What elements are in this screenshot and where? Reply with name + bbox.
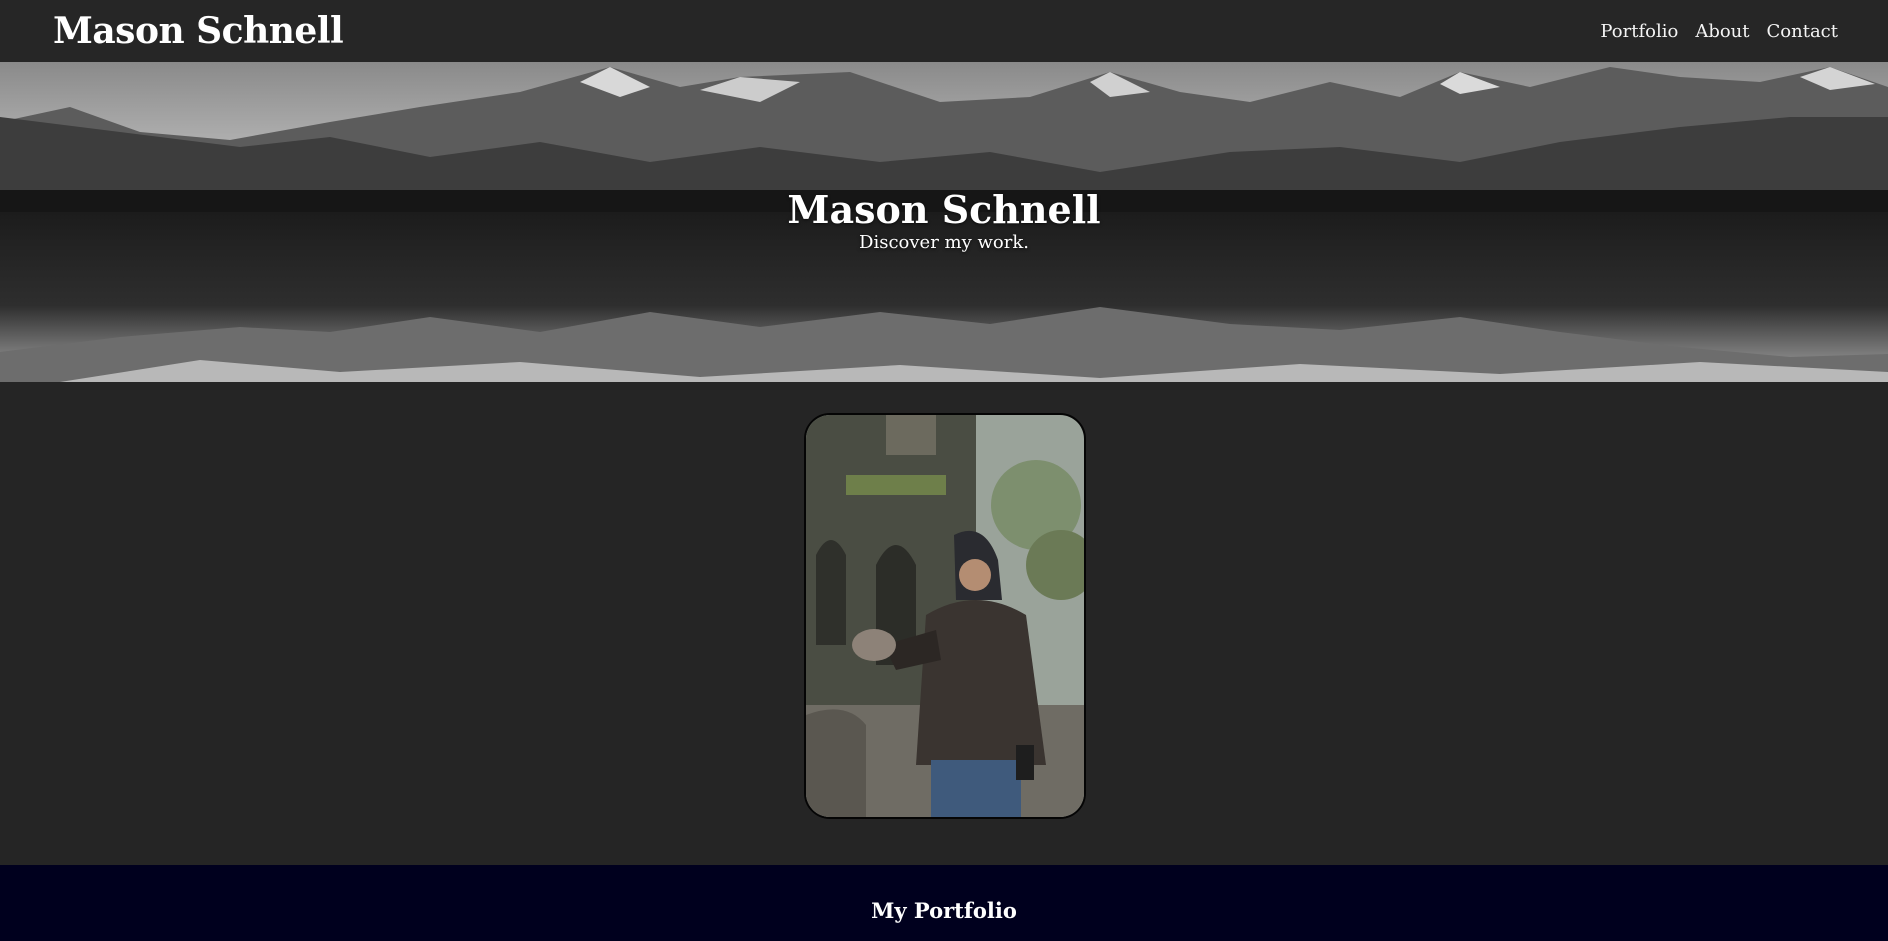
nav-links: Portfolio About Contact [1600, 21, 1838, 42]
about-section [0, 382, 1888, 865]
hero-banner: Mason Schnell Discover my work. [0, 62, 1888, 382]
hero-text: Mason Schnell Discover my work. [0, 188, 1888, 254]
brand-link[interactable]: Mason Schnell [53, 10, 344, 52]
top-navbar: Mason Schnell Portfolio About Contact [0, 0, 1888, 62]
hero-subtitle: Discover my work. [859, 232, 1029, 253]
nav-link-about[interactable]: About [1695, 21, 1749, 42]
profile-photo-image [806, 415, 1084, 817]
portfolio-section: My Portfolio [0, 865, 1888, 941]
hero-title: Mason Schnell [787, 187, 1101, 232]
portfolio-heading: My Portfolio [871, 898, 1017, 923]
nav-link-portfolio[interactable]: Portfolio [1600, 21, 1678, 42]
nav-link-contact[interactable]: Contact [1767, 21, 1838, 42]
profile-photo [804, 413, 1086, 819]
